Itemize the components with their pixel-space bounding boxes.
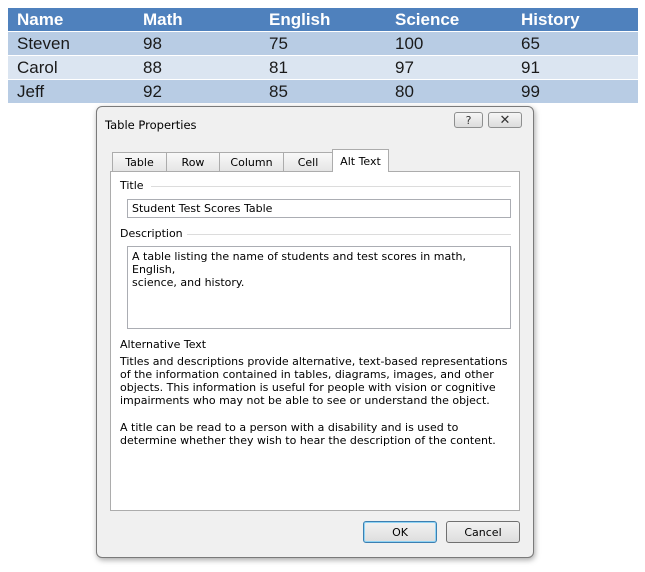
alt-text-paragraph: A title can be read to a person with a d… <box>120 421 496 447</box>
table-cell[interactable]: 88 <box>134 55 260 80</box>
tab-label: Column <box>230 155 273 169</box>
divider <box>187 234 511 235</box>
table-cell[interactable]: 100 <box>386 31 512 56</box>
table-row: Carol 88 81 97 91 <box>8 55 638 80</box>
divider <box>151 186 511 187</box>
tab-column[interactable]: Column <box>219 152 284 171</box>
table-properties-dialog: Table Properties ? ✕ Table Row Column Ce… <box>96 106 534 558</box>
header-name[interactable]: Name <box>8 8 134 32</box>
header-science[interactable]: Science <box>386 8 512 32</box>
table-cell[interactable]: 91 <box>512 55 638 80</box>
header-history[interactable]: History <box>512 8 638 32</box>
tab-strip: Table Row Column Cell Alt Text <box>110 149 520 172</box>
alt-text-panel: Title Student Test Scores Table Descript… <box>110 171 520 511</box>
table-header-row: Name Math English Science History <box>8 8 638 32</box>
header-math[interactable]: Math <box>134 8 260 32</box>
ok-button[interactable]: OK <box>363 521 437 543</box>
tab-label: Cell <box>297 155 319 169</box>
cancel-button[interactable]: Cancel <box>446 521 520 543</box>
title-field[interactable]: Student Test Scores Table <box>127 199 511 218</box>
tab-label: Alt Text <box>340 154 381 168</box>
question-mark-icon[interactable]: ? <box>454 112 483 128</box>
table-cell[interactable]: 81 <box>260 55 386 80</box>
tab-row[interactable]: Row <box>166 152 220 171</box>
alt-text-paragraph: Titles and descriptions provide alternat… <box>120 355 508 407</box>
header-english[interactable]: English <box>260 8 386 32</box>
table-cell[interactable]: 99 <box>512 79 638 103</box>
title-label: Title <box>120 179 144 192</box>
tab-label: Table <box>125 155 154 169</box>
table-cell[interactable]: Carol <box>8 55 134 80</box>
table-cell[interactable]: Jeff <box>8 79 134 103</box>
table-row: Steven 98 75 100 65 <box>8 31 638 56</box>
table-cell[interactable]: 92 <box>134 79 260 103</box>
table-cell[interactable]: Steven <box>8 31 134 56</box>
description-label: Description <box>120 227 183 240</box>
tab-cell[interactable]: Cell <box>283 152 333 171</box>
table-row: Jeff 92 85 80 99 <box>8 79 638 103</box>
table-cell[interactable]: 80 <box>386 79 512 103</box>
table-cell[interactable]: 97 <box>386 55 512 80</box>
tab-alt-text[interactable]: Alt Text <box>332 149 389 172</box>
tab-table[interactable]: Table <box>112 152 167 171</box>
alt-text-heading: Alternative Text <box>120 338 207 351</box>
table-cell[interactable]: 65 <box>512 31 638 56</box>
table-cell[interactable]: 75 <box>260 31 386 56</box>
tab-label: Row <box>181 155 205 169</box>
table-cell[interactable]: 98 <box>134 31 260 56</box>
dialog-title: Table Properties <box>105 118 197 132</box>
scores-table: Name Math English Science History Steven… <box>8 8 638 103</box>
description-field[interactable]: A table listing the name of students and… <box>127 246 511 329</box>
close-x-icon[interactable]: ✕ <box>488 112 522 128</box>
table-cell[interactable]: 85 <box>260 79 386 103</box>
